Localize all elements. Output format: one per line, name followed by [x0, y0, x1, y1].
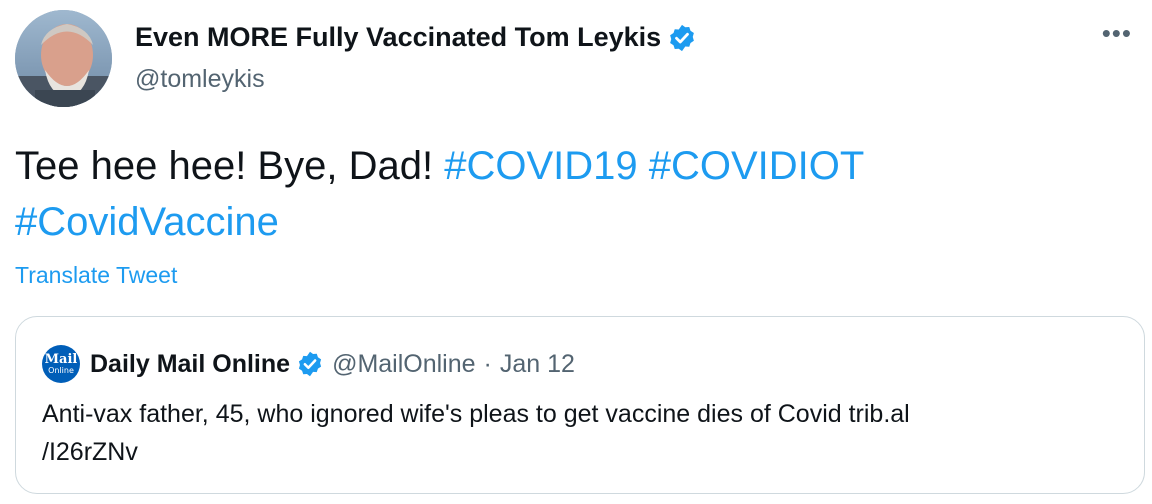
hashtag-link[interactable]: #COVID19	[444, 144, 637, 188]
author-name-text: Even MORE Fully Vaccinated Tom Leykis	[135, 22, 662, 52]
dot-separator: ·	[483, 349, 492, 378]
author-handle[interactable]: @tomleykis	[135, 65, 265, 94]
translate-tweet-link[interactable]: Translate Tweet	[15, 262, 177, 289]
verified-badge-icon	[296, 350, 324, 378]
tweet-text-body: Tee hee hee! Bye, Dad!	[15, 144, 434, 188]
hashtag-link[interactable]: #CovidVaccine	[15, 200, 279, 244]
quoted-author-name[interactable]: Daily Mail Online	[90, 350, 290, 379]
more-icon[interactable]: •••	[1102, 20, 1132, 46]
quoted-author-handle[interactable]: @MailOnline	[332, 350, 475, 379]
avatar[interactable]	[15, 10, 112, 107]
quoted-tweet-date[interactable]: Jan 12	[500, 350, 575, 379]
verified-badge-icon	[667, 23, 697, 53]
author-display-name[interactable]: Even MORE Fully Vaccinated Tom Leykis	[135, 22, 697, 53]
quoted-tweet-text: Anti-vax father, 45, who ignored wife's …	[42, 395, 1112, 471]
mail-online-logo[interactable]: Mail Online	[42, 345, 80, 383]
quoted-text-line: /I26rZNv	[42, 438, 138, 466]
quoted-tweet-header: Mail Online Daily Mail Online @MailOnlin…	[42, 345, 575, 383]
hashtag-link[interactable]: #COVIDIOT	[649, 144, 864, 188]
quoted-text-line: Anti-vax father, 45, who ignored wife's …	[42, 400, 910, 428]
logo-line1: Mail	[44, 352, 78, 367]
tweet-text: Tee hee hee! Bye, Dad! #COVID19 #COVIDIO…	[15, 138, 1125, 250]
quoted-tweet-card[interactable]: Mail Online Daily Mail Online @MailOnlin…	[15, 316, 1145, 494]
logo-line2: Online	[48, 366, 74, 375]
